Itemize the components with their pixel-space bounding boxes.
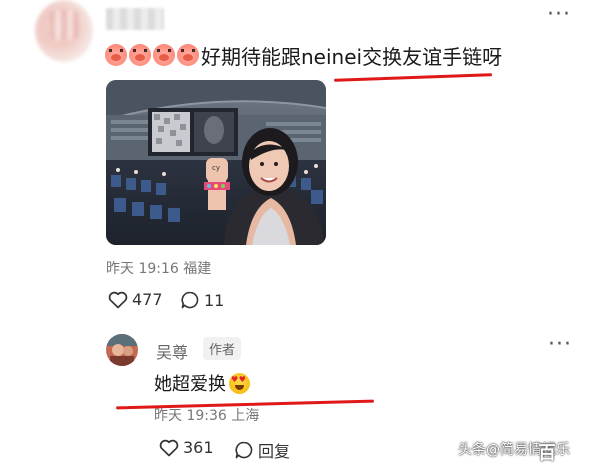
pig-face-icon [129, 44, 151, 66]
commenter-name-blurred[interactable] [106, 8, 164, 30]
like-button[interactable]: 477 [108, 290, 163, 309]
author-name[interactable]: 吴尊 [156, 339, 188, 363]
heart-icon [108, 291, 128, 308]
reply-button[interactable]: 回复 [234, 438, 290, 462]
reply-text: 她超爱换 [154, 374, 226, 395]
pig-face-icon [105, 44, 127, 66]
author-badge: 作者 [203, 337, 242, 360]
heart-icon [159, 439, 179, 456]
author-avatar[interactable] [106, 334, 138, 366]
comment-photo[interactable]: cy [106, 80, 326, 245]
heart-eyes-icon [229, 372, 250, 394]
like-count: 477 [132, 290, 163, 309]
more-options-icon[interactable]: ··· [548, 334, 572, 356]
pig-face-icon [177, 44, 199, 66]
svg-text:cy: cy [212, 164, 220, 172]
reply-text-row: 她超爱换 [154, 370, 250, 396]
comment-bubble-icon [235, 441, 253, 459]
reply-label: 回复 [258, 442, 291, 461]
red-underline-annotation [333, 73, 493, 82]
comments-button[interactable]: 11 [180, 290, 224, 310]
comment-text-row: 好期待能跟neinei交换友谊手链呀 [105, 40, 502, 70]
like-button[interactable]: 361 [159, 438, 214, 457]
reply-timestamp-location: 昨天 19:36 上海 [154, 408, 260, 424]
more-options-icon[interactable]: ··· [547, 4, 571, 26]
pig-face-icon [153, 44, 175, 66]
comment-text: 好期待能跟neinei交换友谊手链呀 [201, 44, 503, 69]
watermark-logo: 百 [538, 443, 556, 464]
commenter-avatar[interactable] [35, 0, 93, 62]
comment-timestamp-location: 昨天 19:16 福建 [106, 261, 212, 277]
comment-count: 11 [204, 290, 225, 310]
comment-bubble-icon [181, 291, 199, 309]
like-count: 361 [183, 438, 214, 457]
